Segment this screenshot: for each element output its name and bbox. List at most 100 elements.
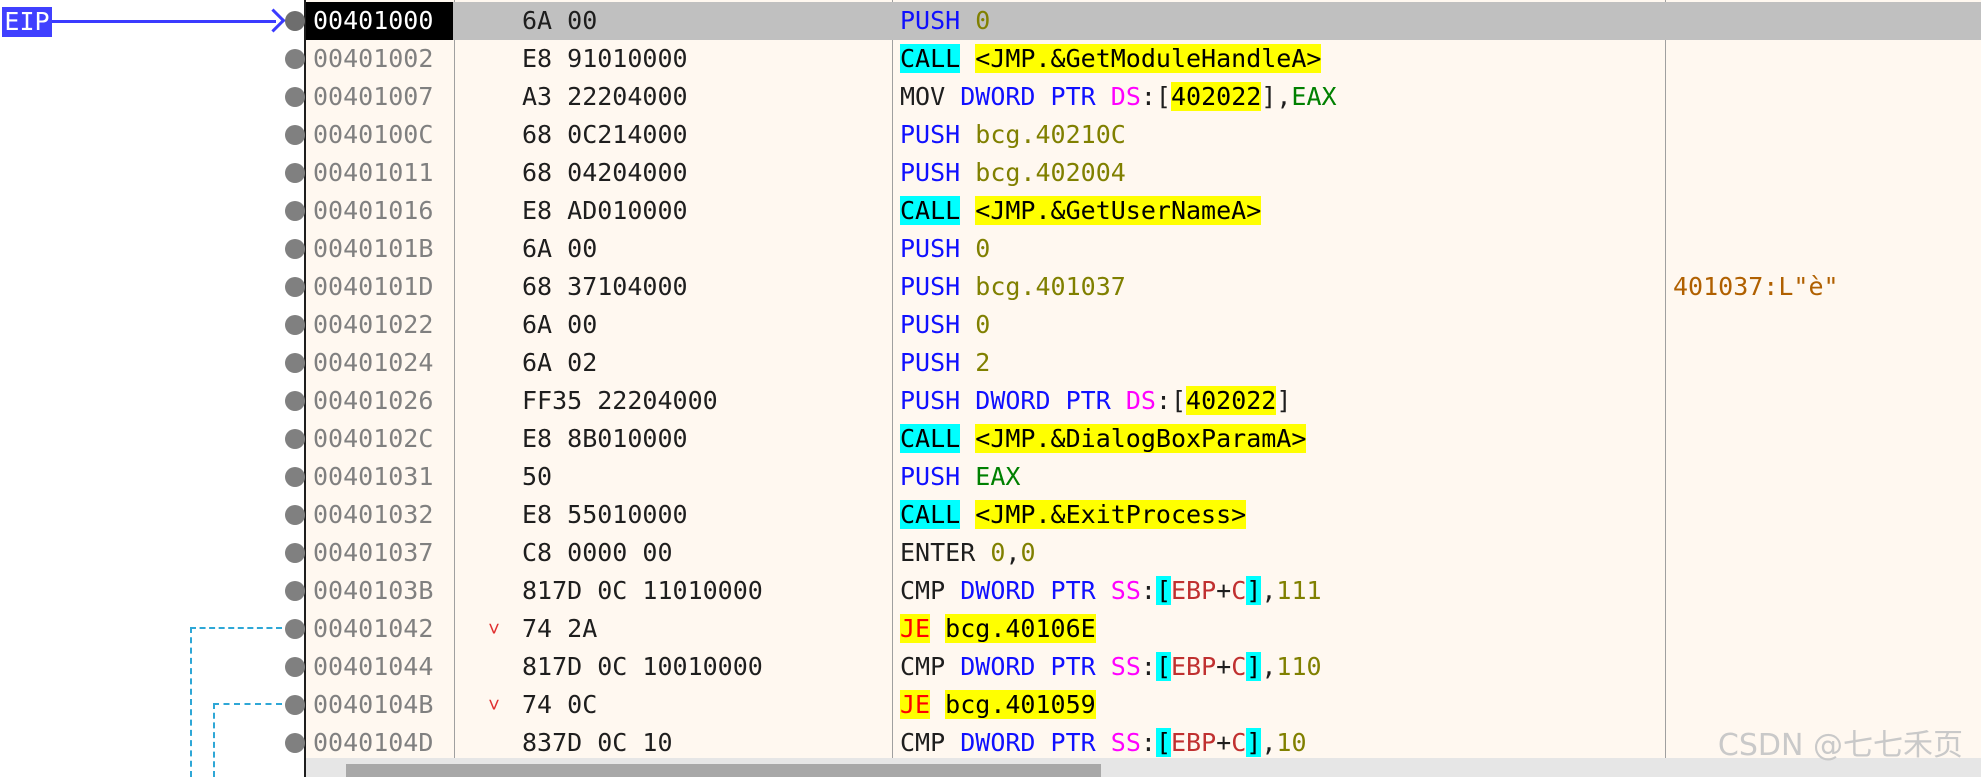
disasm-row[interactable]: 00401044 817D 0C 10010000 CMP DWORD PTR SS… bbox=[306, 648, 1981, 686]
operand-token: C bbox=[1231, 652, 1247, 681]
breakpoint-dot-icon[interactable] bbox=[285, 695, 305, 715]
breakpoint-dot-icon[interactable] bbox=[285, 11, 305, 31]
operand-token: PTR bbox=[1050, 82, 1096, 111]
breakpoint-dot-icon[interactable] bbox=[285, 619, 305, 639]
bytes-cell: 6A 02 bbox=[522, 348, 598, 377]
address-cell: 0040104B bbox=[313, 690, 434, 719]
operand-token: 111 bbox=[1276, 576, 1322, 605]
disasm-row[interactable]: 0040100C 68 0C214000 PUSH bcg.40210C bbox=[306, 116, 1981, 154]
operand-token: SS bbox=[1110, 728, 1141, 757]
operand-token: 2 bbox=[975, 348, 991, 377]
disasm-row[interactable]: 00401024 6A 02 PUSH 2 bbox=[306, 344, 1981, 382]
disasm-row[interactable]: 00401011 68 04204000 PUSH bcg.402004 bbox=[306, 154, 1981, 192]
disasm-row[interactable]: 0040104B ˅ 74 0C JE bcg.401059 bbox=[306, 686, 1981, 724]
operand-token: DWORD bbox=[960, 576, 1036, 605]
instruction-cell: PUSH 0 bbox=[900, 2, 990, 40]
breakpoint-dot-icon[interactable] bbox=[285, 733, 305, 753]
eip-arrow-icon bbox=[52, 20, 276, 23]
breakpoint-dot-icon[interactable] bbox=[285, 163, 305, 183]
disasm-row[interactable]: 00401007 A3 22204000 MOV DWORD PTR DS:[402… bbox=[306, 78, 1981, 116]
jump-arrow-line bbox=[190, 627, 192, 777]
address-cell: 00401011 bbox=[313, 158, 434, 187]
operand-token: + bbox=[1216, 728, 1232, 757]
mnemonic: CALL bbox=[900, 424, 961, 453]
disasm-row[interactable]: 00401032 E8 55010000 CALL <JMP.&ExitProces… bbox=[306, 496, 1981, 534]
instruction-cell: CMP DWORD PTR SS:[EBP+C],110 bbox=[900, 648, 1322, 686]
bytes-cell: 74 0C bbox=[522, 690, 598, 719]
breakpoint-dot-icon[interactable] bbox=[285, 657, 305, 677]
breakpoint-dot-icon[interactable] bbox=[285, 467, 305, 487]
operand-token: bcg.40106E bbox=[945, 614, 1096, 643]
jump-arrow-line bbox=[213, 703, 282, 705]
operand-token: : bbox=[1140, 652, 1156, 681]
operand-token: , bbox=[1261, 728, 1277, 757]
address-cell: 0040101B bbox=[313, 234, 434, 263]
disasm-row[interactable]: 00401042 ˅ 74 2A JE bcg.40106E bbox=[306, 610, 1981, 648]
mnemonic: CALL bbox=[900, 500, 961, 529]
breakpoint-dot-icon[interactable] bbox=[285, 581, 305, 601]
disasm-row[interactable]: 00401000 6A 00 PUSH 0 bbox=[306, 2, 1981, 40]
jump-arrow-line bbox=[190, 627, 282, 629]
operand-token: + bbox=[1216, 576, 1232, 605]
scrollbar-thumb[interactable] bbox=[346, 764, 1101, 777]
disasm-row[interactable]: 00401031 50 PUSH EAX bbox=[306, 458, 1981, 496]
breakpoint-dot-icon[interactable] bbox=[285, 353, 305, 373]
breakpoint-dot-icon[interactable] bbox=[285, 239, 305, 259]
operand-token: ] bbox=[1276, 386, 1292, 415]
disasm-row[interactable]: 00401002 E8 91010000 CALL <JMP.&GetModuleH… bbox=[306, 40, 1981, 78]
operand-token bbox=[1051, 386, 1066, 415]
bytes-cell: 817D 0C 10010000 bbox=[522, 652, 763, 681]
breakpoint-dot-icon[interactable] bbox=[285, 391, 305, 411]
operand-token: ] bbox=[1246, 652, 1262, 681]
instruction-cell: PUSH bcg.401037 bbox=[900, 268, 1126, 306]
breakpoint-dot-icon[interactable] bbox=[285, 543, 305, 563]
bytes-cell: E8 91010000 bbox=[522, 44, 688, 73]
breakpoint-dot-icon[interactable] bbox=[285, 315, 305, 335]
breakpoint-dot-icon[interactable] bbox=[285, 49, 305, 69]
address-cell: 00401024 bbox=[313, 348, 434, 377]
jump-gutter: EIP bbox=[0, 0, 306, 777]
instruction-cell: PUSH DWORD PTR DS:[402022] bbox=[900, 382, 1291, 420]
bytes-cell: C8 0000 00 bbox=[522, 538, 673, 567]
address-cell: 00401000 bbox=[306, 2, 453, 40]
operand-token: PTR bbox=[1050, 576, 1096, 605]
mnemonic: CMP bbox=[900, 576, 946, 605]
jump-arrow-line bbox=[213, 703, 215, 777]
operand-token: EBP bbox=[1171, 728, 1217, 757]
disasm-row[interactable]: 0040101D 68 37104000 PUSH bcg.401037 401037… bbox=[306, 268, 1981, 306]
disasm-row[interactable]: 00401026 FF35 22204000 PUSH DWORD PTR DS:[… bbox=[306, 382, 1981, 420]
instruction-cell: MOV DWORD PTR DS:[402022],EAX bbox=[900, 78, 1337, 116]
address-cell: 00401031 bbox=[313, 462, 434, 491]
operand-token: , bbox=[1261, 652, 1277, 681]
breakpoint-dot-icon[interactable] bbox=[285, 201, 305, 221]
bytes-cell: E8 8B010000 bbox=[522, 424, 688, 453]
breakpoint-dot-icon[interactable] bbox=[285, 429, 305, 449]
mnemonic: PUSH bbox=[900, 386, 961, 415]
operand-token: C bbox=[1231, 728, 1247, 757]
instruction-cell: PUSH 2 bbox=[900, 344, 990, 382]
disasm-row[interactable]: 0040102C E8 8B010000 CALL <JMP.&DialogBoxP… bbox=[306, 420, 1981, 458]
operand-token: :[ bbox=[1155, 386, 1187, 415]
operand-token: 110 bbox=[1276, 652, 1322, 681]
operand-token: + bbox=[1216, 652, 1232, 681]
instruction-cell: PUSH EAX bbox=[900, 458, 1020, 496]
bytes-cell: 50 bbox=[522, 462, 553, 491]
address-cell: 00401022 bbox=[313, 310, 434, 339]
disasm-row[interactable]: 0040103B 817D 0C 11010000 CMP DWORD PTR SS… bbox=[306, 572, 1981, 610]
operand-token: <JMP.&GetUserNameA> bbox=[975, 196, 1262, 225]
breakpoint-dot-icon[interactable] bbox=[285, 505, 305, 525]
operand-token: :[ bbox=[1140, 82, 1171, 111]
address-cell: 0040103B bbox=[313, 576, 434, 605]
disasm-row[interactable]: 0040101B 6A 00 PUSH 0 bbox=[306, 230, 1981, 268]
breakpoint-dot-icon[interactable] bbox=[285, 277, 305, 297]
breakpoint-dot-icon[interactable] bbox=[285, 87, 305, 107]
operand-token: DS bbox=[1125, 386, 1156, 415]
disasm-row[interactable]: 00401022 6A 00 PUSH 0 bbox=[306, 306, 1981, 344]
operand-token bbox=[1035, 576, 1050, 605]
operand-token: <JMP.&ExitProcess> bbox=[975, 500, 1247, 529]
disasm-row[interactable]: 00401037 C8 0000 00 ENTER 0,0 bbox=[306, 534, 1981, 572]
disasm-row[interactable]: 00401016 E8 AD010000 CALL <JMP.&GetUserNam… bbox=[306, 192, 1981, 230]
operand-token: EBP bbox=[1171, 652, 1217, 681]
breakpoint-dot-icon[interactable] bbox=[285, 125, 305, 145]
bytes-cell: 817D 0C 11010000 bbox=[522, 576, 763, 605]
